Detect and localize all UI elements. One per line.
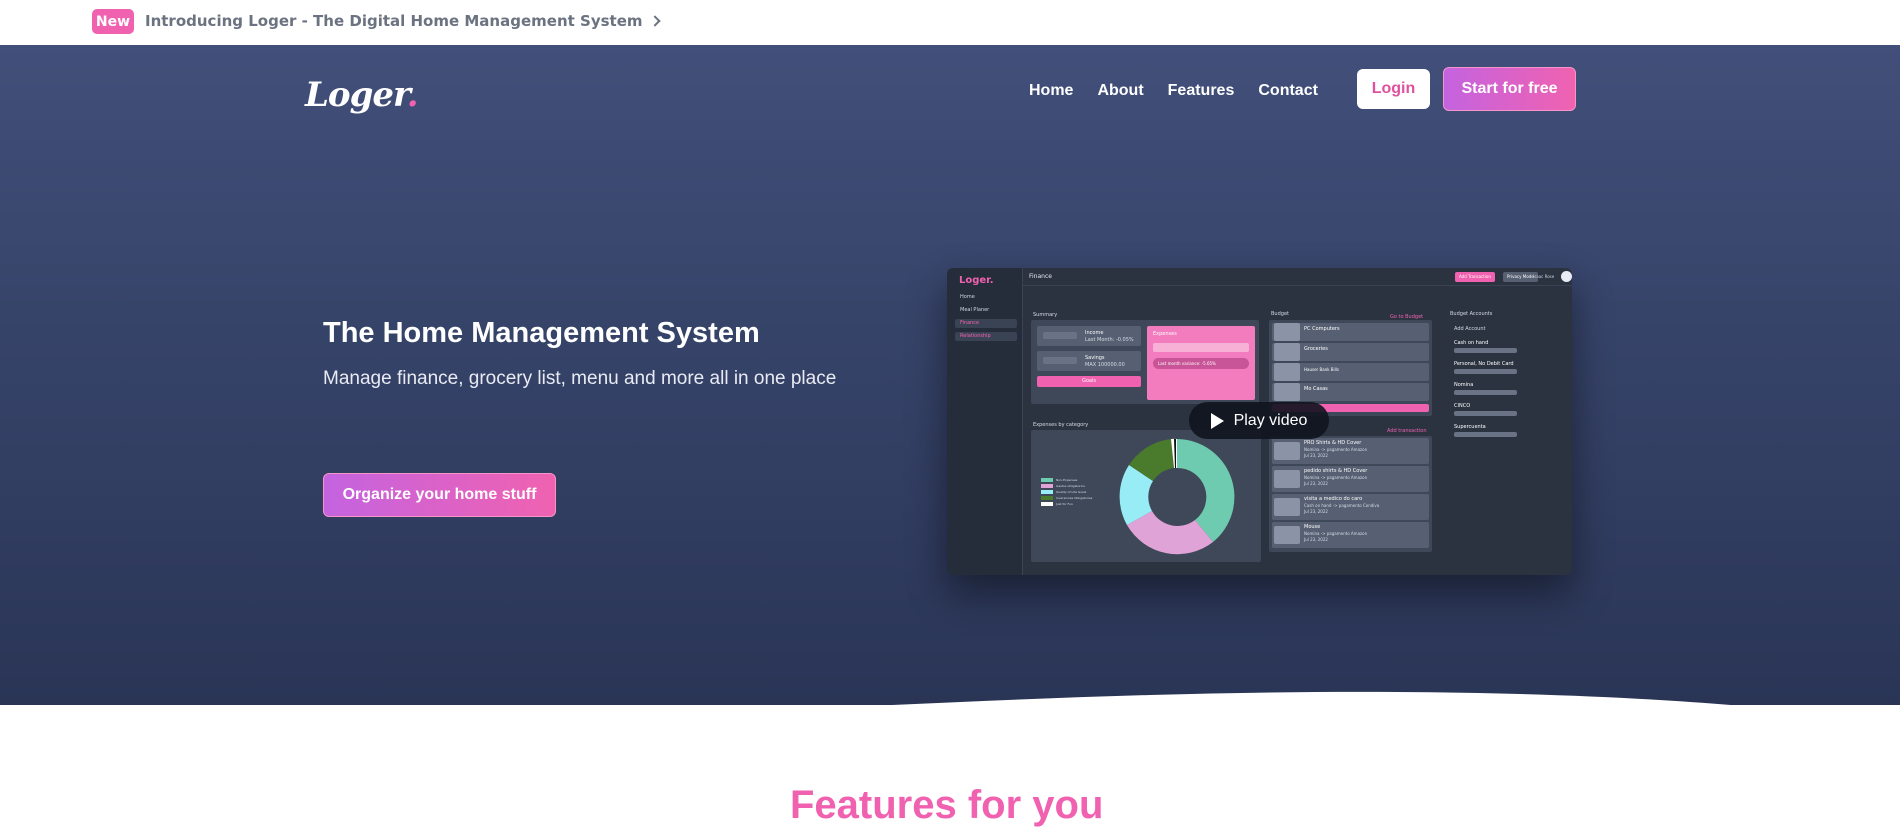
preview-transaction-sub: Cash on hand -> pagamento Condiva <box>1304 503 1380 508</box>
preview-budget-item: Hauser Bank Bills <box>1304 367 1339 372</box>
preview-account-bar <box>1454 369 1517 374</box>
preview-donut-chart <box>1119 438 1235 555</box>
preview-logo: Loger. <box>959 275 994 286</box>
preview-nav-home: Home <box>960 294 975 300</box>
preview-budget-title: Budget <box>1271 311 1289 317</box>
preview-transaction-title: visita a medico do caro <box>1304 496 1363 502</box>
hero-title: The Home Management System <box>323 317 760 349</box>
play-video-label: Play video <box>1233 411 1308 429</box>
chevron-right-icon <box>648 15 661 27</box>
preview-header: Finance Add Transaction Privacy Mode Isa… <box>1023 268 1572 286</box>
play-video-button[interactable]: Play video <box>1189 402 1329 439</box>
preview-user-name: Isaac Rose <box>1533 274 1555 279</box>
preview-budget-thumb <box>1274 323 1300 341</box>
logo[interactable]: Loger. <box>305 75 419 115</box>
preview-account-name: Personal, No Debit Card <box>1454 361 1514 367</box>
logo-text: Loger <box>305 75 408 115</box>
logo-dot: . <box>406 75 419 115</box>
preview-avatar <box>1561 271 1572 282</box>
preview-transaction-date: Jul 23, 2022 <box>1304 537 1328 542</box>
nav-features[interactable]: Features <box>1168 82 1235 100</box>
preview-account-bar <box>1454 348 1517 353</box>
preview-account-name: Cash on hand <box>1454 340 1489 346</box>
preview-accounts-title: Budget Accounts <box>1450 311 1493 317</box>
preview-account-bar <box>1454 390 1517 395</box>
preview-summary-title: Summary <box>1033 312 1058 318</box>
preview-legend: Non-Expenses Gastos obligatorios Quality… <box>1041 478 1092 506</box>
preview-budget-item: PC Computers <box>1304 326 1340 332</box>
preview-transaction-title: pedido shirts & HD Cover <box>1304 468 1368 474</box>
preview-add-transaction: Add Transaction <box>1455 272 1495 282</box>
preview-budget-item: Mo Casas <box>1304 386 1328 392</box>
main-nav: Home About Features Contact <box>1029 82 1318 100</box>
hero-subtitle: Manage finance, grocery list, menu and m… <box>323 368 837 389</box>
preview-account-name: Nomina <box>1454 382 1474 388</box>
preview-transaction-thumb <box>1274 498 1300 516</box>
preview-income-label: Income <box>1085 330 1104 336</box>
preview-header-title: Finance <box>1029 273 1052 280</box>
preview-legend-item: Inversiones Obligatorias <box>1056 496 1093 500</box>
announcement-link[interactable]: Introducing Loger - The Digital Home Man… <box>145 12 661 30</box>
preview-expenses-cat-title: Expenses by category <box>1033 422 1089 428</box>
preview-budget-thumb <box>1274 343 1300 361</box>
preview-transaction-title: PRO Shirts & HD Cover <box>1304 440 1362 446</box>
preview-legend-item: Just for Fun <box>1056 502 1073 506</box>
hero-wave-divider <box>892 691 1731 705</box>
announcement-text: Introducing Loger - The Digital Home Man… <box>145 12 643 30</box>
preview-savings-bar <box>1043 357 1077 364</box>
nav-home[interactable]: Home <box>1029 82 1073 100</box>
preview-legend-item: Non-Expenses <box>1056 478 1078 482</box>
preview-savings-label: Savings <box>1085 355 1105 361</box>
preview-savings-sub: MAX 100000.00 <box>1085 362 1125 368</box>
preview-transaction-thumb <box>1274 526 1300 544</box>
preview-nav-meal: Meal Planer <box>960 307 990 313</box>
start-for-free-button[interactable]: Start for free <box>1443 67 1576 111</box>
preview-add-account: Add Account <box>1454 326 1486 332</box>
preview-goals-label: Goals <box>1082 378 1096 384</box>
preview-add-transaction-link: Add transaction <box>1387 428 1427 434</box>
nav-contact[interactable]: Contact <box>1258 82 1318 100</box>
preview-transaction-date: Jul 23, 2022 <box>1304 453 1328 458</box>
preview-legend-item: Gastos obligatorios <box>1056 484 1085 488</box>
preview-budget-thumb <box>1274 363 1300 381</box>
preview-transaction-date: Jul 23, 2022 <box>1304 509 1328 514</box>
preview-income-bar <box>1043 332 1077 339</box>
preview-expenses-label: Expenses <box>1153 331 1177 337</box>
announcement-bar: New Introducing Loger - The Digital Home… <box>0 0 1900 45</box>
preview-budget-thumb <box>1274 383 1300 401</box>
preview-account-name: Supercuenta <box>1454 424 1486 430</box>
preview-sidebar: Loger. Home Meal Planer Finance Relation… <box>947 268 1023 575</box>
nav-about[interactable]: About <box>1097 82 1143 100</box>
preview-nav-finance: Finance <box>955 319 1017 328</box>
preview-nav-relationship: Relationship <box>955 332 1017 341</box>
preview-account-name: CINCO <box>1454 403 1471 409</box>
preview-transaction-sub: Nomina -> pagamento Amazon <box>1304 531 1368 536</box>
organize-cta-button[interactable]: Organize your home stuff <box>323 473 556 517</box>
preview-expenses-bar <box>1153 343 1249 352</box>
preview-transaction-thumb <box>1274 442 1300 460</box>
play-icon <box>1210 412 1224 429</box>
preview-transaction-title: Mouse <box>1304 524 1321 530</box>
preview-budget-item: Groceries <box>1304 346 1328 352</box>
preview-legend-item: Quality of Life Goals <box>1056 490 1087 494</box>
hero-section: Loger. Home About Features Contact Login… <box>0 45 1900 705</box>
preview-transaction-sub: Nomina -> pagamento Amazon <box>1304 475 1368 480</box>
preview-transaction-thumb <box>1274 470 1300 488</box>
preview-transaction-date: Jul 23, 2022 <box>1304 481 1328 486</box>
login-button[interactable]: Login <box>1357 69 1430 109</box>
preview-account-bar <box>1454 411 1517 416</box>
preview-transaction-sub: Nomina -> pagamento Amazon <box>1304 447 1368 452</box>
preview-expenses-sub: Last month variance: -5.65% <box>1158 361 1216 366</box>
preview-account-bar <box>1454 432 1517 437</box>
features-section-title: Features for you <box>790 783 1104 827</box>
preview-income-sub: Last Month: -0.05% <box>1085 337 1134 343</box>
new-badge: New <box>92 9 134 34</box>
